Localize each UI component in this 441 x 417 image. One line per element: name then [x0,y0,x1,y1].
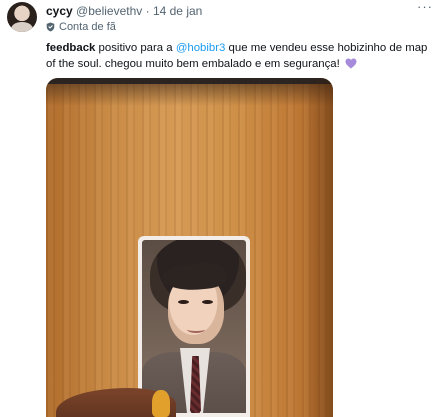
fingernail [152,390,170,417]
tweet-header: cycy @believethv · 14 de jan [46,3,441,19]
tweet-text: feedback positivo para a @hobibr3 que me… [46,40,436,72]
author-handle[interactable]: @believethv [76,4,142,18]
fan-account-label: Conta de fã [59,21,116,33]
mention-link[interactable]: @hobibr3 [176,42,226,54]
shield-icon [46,22,55,32]
avatar[interactable] [7,2,37,32]
author-name[interactable]: cycy [46,4,73,18]
tweet: cycy @believethv · 14 de jan ··· Conta d… [0,0,441,417]
purple-heart-icon [345,58,357,69]
tweet-photo[interactable] [46,78,333,417]
tweet-date[interactable]: 14 de jan [153,4,202,18]
fan-account-badge: Conta de fã [46,20,116,34]
separator: · [145,4,150,18]
tweet-text-part1: positivo para a [95,42,176,54]
tweet-text-bold: feedback [46,42,96,54]
more-options-icon[interactable]: ··· [417,0,433,14]
